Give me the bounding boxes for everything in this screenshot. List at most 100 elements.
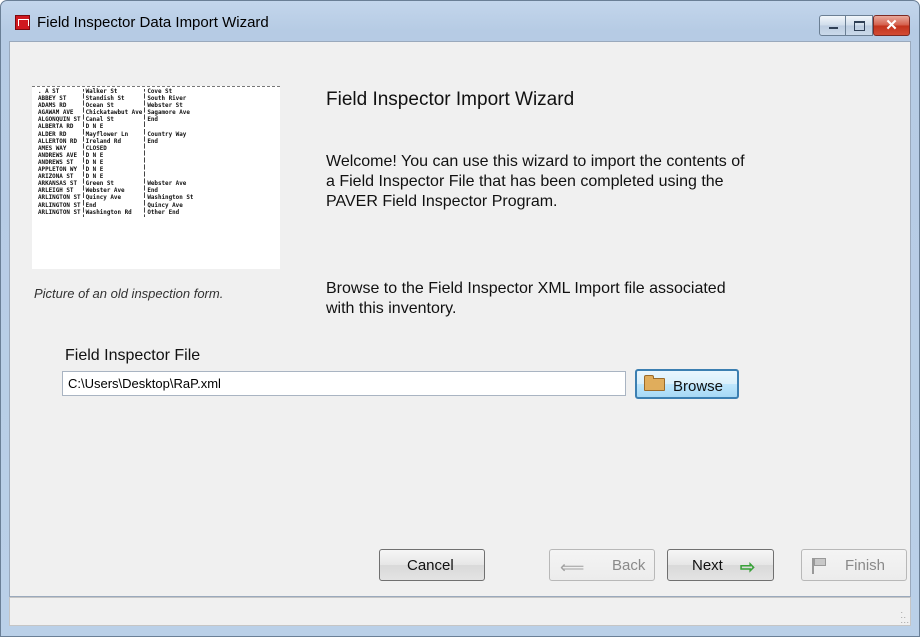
form-cell: Sagamore Ave	[144, 110, 196, 118]
back-button[interactable]: ⟸ Back	[549, 549, 655, 581]
form-cell: ARIZONA ST	[38, 174, 74, 181]
form-row: ADAMS RD Ocean St Webster St	[36, 103, 196, 111]
form-row: ALGONQUIN ST Canal St End	[36, 117, 196, 125]
form-cell: Mayflower Ln	[82, 131, 145, 139]
form-cell: ALGONQUIN ST	[38, 117, 81, 124]
form-cell: D N E	[82, 167, 145, 175]
form-row: ALLERTON RD Ireland Rd End	[36, 138, 196, 146]
form-cell: ALLERTON RD	[38, 138, 78, 145]
form-cell: D N E	[82, 124, 145, 132]
title-bar[interactable]: Field Inspector Data Import Wizard ✕	[1, 1, 919, 41]
arrow-right-icon: ⇨	[740, 557, 756, 577]
maximize-icon	[854, 21, 865, 31]
welcome-text: Welcome! You can use this wizard to impo…	[326, 153, 745, 210]
form-cell	[144, 124, 196, 132]
form-row: ARLEIGH ST Webster Ave End	[36, 188, 196, 196]
status-bar: .. .. . .	[9, 597, 911, 626]
form-cell: ADAMS RD	[38, 103, 67, 110]
form-row: ARLINGTON ST Quincy Ave Washington St	[36, 195, 196, 203]
form-cell: Other End	[144, 209, 196, 217]
form-cell: Quincy Ave	[82, 195, 145, 203]
form-cell: End	[82, 202, 145, 210]
form-cell: Webster Ave	[144, 181, 196, 189]
form-cell	[144, 159, 196, 168]
form-cell: Webster St	[144, 103, 196, 111]
form-cell: Green St	[82, 181, 145, 189]
form-cell: D N E	[82, 174, 145, 182]
app-icon	[15, 15, 30, 30]
close-button[interactable]: ✕	[873, 15, 910, 36]
form-cell: Chickatawbut Ave	[82, 110, 145, 118]
form-cell: Webster Ave	[82, 188, 145, 196]
form-cell: ALBERTA RD	[38, 124, 74, 131]
form-cell: D N E	[82, 152, 145, 160]
finish-button[interactable]: Finish	[801, 549, 907, 581]
form-row: ANDREWS AVE D N E	[36, 152, 196, 160]
form-cell: D N E	[82, 159, 145, 168]
form-cell: ABBEY ST	[38, 96, 67, 103]
close-icon: ✕	[885, 17, 898, 34]
finish-button-label: Finish	[845, 557, 886, 574]
form-row: ARLINGTON ST End Quincy Ave	[36, 202, 196, 210]
form-cell: Walker St	[82, 89, 145, 97]
cancel-button[interactable]: Cancel	[379, 549, 485, 581]
form-cell: Cove St	[144, 89, 196, 97]
form-cell: CLOSED	[82, 145, 145, 153]
form-row: . A ST Walker St Cove St	[36, 89, 196, 97]
wizard-heading: Field Inspector Import Wizard	[326, 89, 575, 110]
arrow-left-icon: ⟸	[560, 558, 585, 577]
form-cell	[144, 152, 196, 160]
wizard-window: Field Inspector Data Import Wizard ✕ . A…	[0, 0, 920, 637]
form-row: ANDREWS ST D N E	[36, 159, 196, 168]
form-cell: ARLINGTON ST	[38, 202, 81, 209]
browse-button[interactable]: Browse	[635, 369, 739, 399]
inspection-form-table: . A ST Walker St Cove St ABBEY ST Standish S…	[36, 89, 196, 217]
file-path-input[interactable]	[62, 371, 626, 396]
form-row: ARLINGTON ST Washington Rd Other End	[36, 209, 196, 217]
form-cell: ARLINGTON ST	[38, 209, 81, 216]
form-row: AMES WAY CLOSED	[36, 145, 196, 153]
cancel-button-label: Cancel	[407, 557, 454, 574]
form-cell: Quincy Ave	[144, 202, 196, 210]
window-title: Field Inspector Data Import Wizard	[37, 14, 269, 31]
form-cell: Ireland Rd	[82, 138, 145, 146]
form-cell: ARLINGTON ST	[38, 195, 81, 202]
form-cell: Washington Rd	[82, 209, 145, 217]
flag-icon	[812, 558, 826, 574]
form-row: AGAWAM AVE Chickatawbut Ave Sagamore Ave	[36, 110, 196, 118]
form-cell: Standish St	[82, 96, 145, 104]
maximize-button[interactable]	[846, 15, 873, 36]
image-caption: Picture of an old inspection form.	[34, 286, 224, 301]
folder-icon	[644, 375, 665, 391]
form-cell: Canal St	[82, 117, 145, 125]
form-cell: Country Way	[144, 131, 196, 139]
inspection-form-image: . A ST Walker St Cove St ABBEY ST Standish S…	[32, 86, 280, 269]
form-row: APPLETON WY D N E	[36, 167, 196, 175]
form-cell: ARKANSAS ST	[38, 181, 78, 188]
form-cell: ANDREWS AVE	[38, 152, 78, 159]
browse-instructions: Browse to the Field Inspector XML Import…	[326, 280, 726, 317]
form-cell: ALDER RD	[38, 131, 67, 138]
form-cell: End	[144, 188, 196, 196]
form-cell: . A ST	[38, 89, 60, 95]
form-cell: Ocean St	[82, 103, 145, 111]
minimize-icon	[829, 27, 838, 29]
back-button-label: Back	[612, 557, 646, 574]
resize-grip-icon[interactable]: .. .. . .	[900, 606, 908, 625]
form-row: ARKANSAS ST Green St Webster Ave	[36, 181, 196, 189]
form-row: ABBEY ST Standish St South River	[36, 96, 196, 104]
form-cell	[144, 167, 196, 175]
form-cell: Washington St	[144, 195, 196, 203]
form-cell: End	[144, 117, 196, 125]
form-cell: APPLETON WY	[38, 167, 78, 174]
file-field-label: Field Inspector File	[65, 347, 201, 364]
form-cell: South River	[144, 96, 196, 104]
next-button-label: Next	[692, 557, 723, 574]
form-cell: ANDREWS ST	[38, 159, 74, 166]
form-cell: ARLEIGH ST	[38, 188, 74, 195]
next-button[interactable]: Next ⇨	[667, 549, 774, 581]
form-cell: End	[144, 138, 196, 146]
minimize-button[interactable]	[819, 15, 846, 36]
form-row: ALDER RD Mayflower Ln Country Way	[36, 131, 196, 139]
form-cell	[144, 174, 196, 182]
